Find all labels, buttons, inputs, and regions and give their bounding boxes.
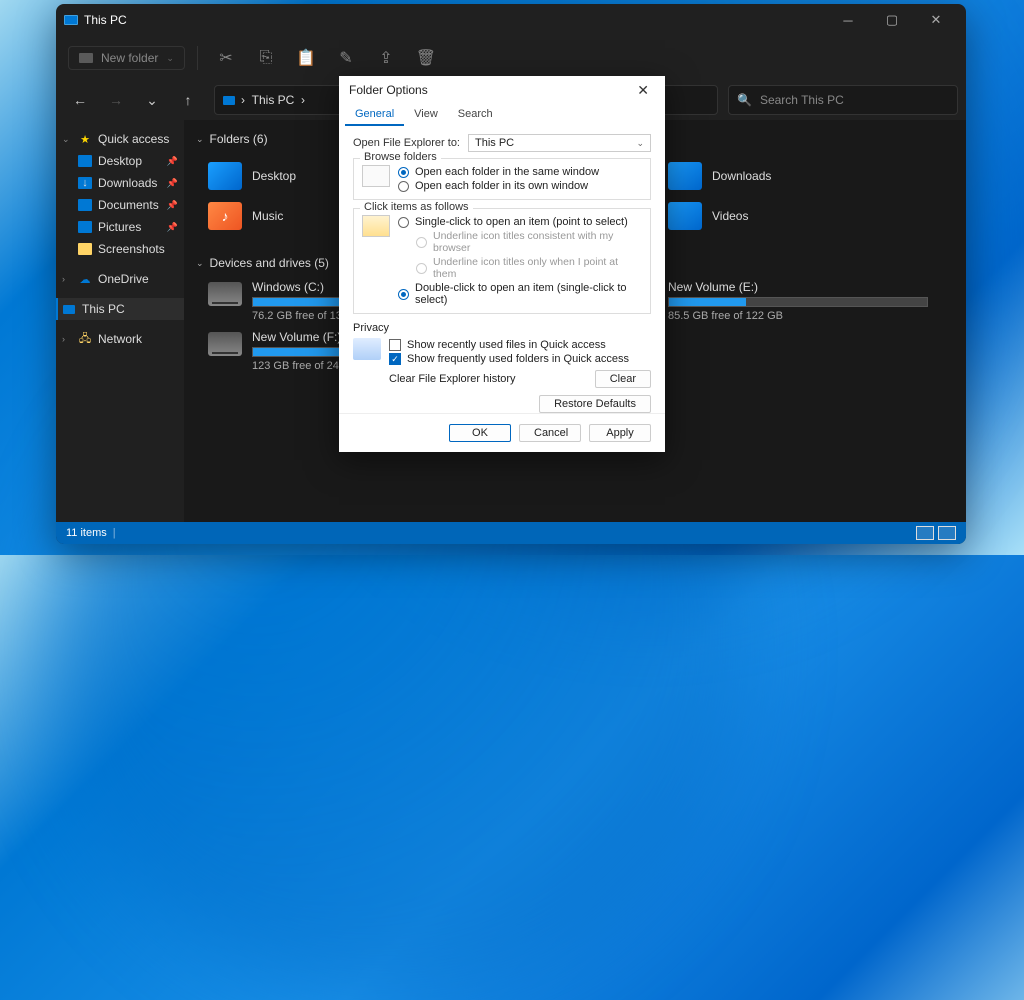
restore-defaults-button[interactable]: Restore Defaults: [539, 395, 651, 413]
ok-button[interactable]: OK: [449, 424, 511, 442]
radio-underline-point: Underline icon titles only when I point …: [398, 255, 642, 281]
tab-general[interactable]: General: [345, 104, 404, 126]
click-icon: [362, 215, 390, 237]
folder-downloads[interactable]: Downloads: [668, 156, 928, 196]
item-count: 11 items: [66, 527, 107, 539]
share-button[interactable]: ⇪: [370, 42, 402, 74]
pc-icon: [64, 15, 78, 25]
sidebar-item-screenshots[interactable]: Screenshots: [56, 238, 184, 260]
drive-icon: [208, 332, 242, 356]
details-view-button[interactable]: [916, 526, 934, 540]
sidebar-item-pictures[interactable]: Pictures📌: [56, 216, 184, 238]
privacy-legend: Privacy: [353, 322, 651, 334]
tiles-view-button[interactable]: [938, 526, 956, 540]
checkbox-frequent-folders[interactable]: ✓Show frequently used folders in Quick a…: [389, 352, 651, 366]
paste-button[interactable]: 📋: [290, 42, 322, 74]
maximize-button[interactable]: ▢: [870, 4, 914, 36]
radio-own-window[interactable]: Open each folder in its own window: [398, 179, 642, 193]
apply-button[interactable]: Apply: [589, 424, 651, 442]
browse-icon: [362, 165, 390, 187]
forward-button[interactable]: →: [100, 84, 132, 116]
new-folder-icon: [79, 53, 93, 63]
copy-button[interactable]: ⎘: [250, 42, 282, 74]
window-title: This PC: [84, 13, 127, 27]
open-to-label: Open File Explorer to:: [353, 137, 460, 149]
close-button[interactable]: ✕: [914, 4, 958, 36]
up-button[interactable]: ↑: [172, 84, 204, 116]
sidebar-quick-access[interactable]: ⌄★Quick access: [56, 128, 184, 150]
navigation-pane: ⌄★Quick access Desktop📌 ↓Downloads📌 Docu…: [56, 120, 184, 522]
delete-button[interactable]: 🗑: [410, 42, 442, 74]
dialog-title: Folder Options: [349, 83, 428, 97]
cut-button[interactable]: ✂: [210, 42, 242, 74]
drive-e[interactable]: New Volume (E:) 85.5 GB free of 122 GB: [668, 280, 928, 322]
radio-underline-browser: Underline icon titles consistent with my…: [398, 229, 642, 255]
tab-search[interactable]: Search: [448, 104, 503, 126]
sidebar-onedrive[interactable]: ›☁OneDrive: [56, 268, 184, 290]
sidebar-item-desktop[interactable]: Desktop📌: [56, 150, 184, 172]
folder-options-dialog: Folder Options ✕ General View Search Ope…: [339, 76, 665, 452]
command-bar: New folder ⌄ ✂ ⎘ 📋 ✎ ⇪ 🗑: [56, 36, 966, 80]
titlebar: This PC ─ ▢ ✕: [56, 4, 966, 36]
recent-button[interactable]: ⌄: [136, 84, 168, 116]
cancel-button[interactable]: Cancel: [519, 424, 581, 442]
sidebar-item-downloads[interactable]: ↓Downloads📌: [56, 172, 184, 194]
sidebar-item-documents[interactable]: Documents📌: [56, 194, 184, 216]
pc-icon: [223, 96, 235, 105]
clear-button[interactable]: Clear: [595, 370, 651, 388]
dialog-titlebar: Folder Options ✕: [339, 76, 665, 104]
minimize-button[interactable]: ─: [826, 4, 870, 36]
back-button[interactable]: ←: [64, 84, 96, 116]
radio-single-click[interactable]: Single-click to open an item (point to s…: [398, 215, 642, 229]
folder-videos[interactable]: Videos: [668, 196, 928, 236]
sidebar-this-pc[interactable]: This PC: [56, 298, 184, 320]
search-box[interactable]: 🔍 Search This PC: [728, 85, 958, 115]
drive-icon: [208, 282, 242, 306]
dialog-tabs: General View Search: [339, 104, 665, 126]
click-items-group: Click items as follows Single-click to o…: [353, 208, 651, 314]
status-bar: 11 items |: [56, 522, 966, 544]
sidebar-network[interactable]: ›🖧Network: [56, 328, 184, 350]
new-folder-button[interactable]: New folder ⌄: [68, 46, 185, 70]
privacy-icon: [353, 338, 381, 360]
radio-double-click[interactable]: Double-click to open an item (single-cli…: [398, 281, 642, 307]
clear-history-label: Clear File Explorer history: [389, 373, 516, 385]
tab-view[interactable]: View: [404, 104, 448, 126]
rename-button[interactable]: ✎: [330, 42, 362, 74]
browse-folders-group: Browse folders Open each folder in the s…: [353, 158, 651, 200]
open-to-select[interactable]: This PC⌄: [468, 134, 651, 152]
checkbox-recent-files[interactable]: Show recently used files in Quick access: [389, 338, 651, 352]
dialog-close-button[interactable]: ✕: [631, 80, 655, 101]
radio-same-window[interactable]: Open each folder in the same window: [398, 165, 642, 179]
search-icon: 🔍: [737, 93, 752, 107]
